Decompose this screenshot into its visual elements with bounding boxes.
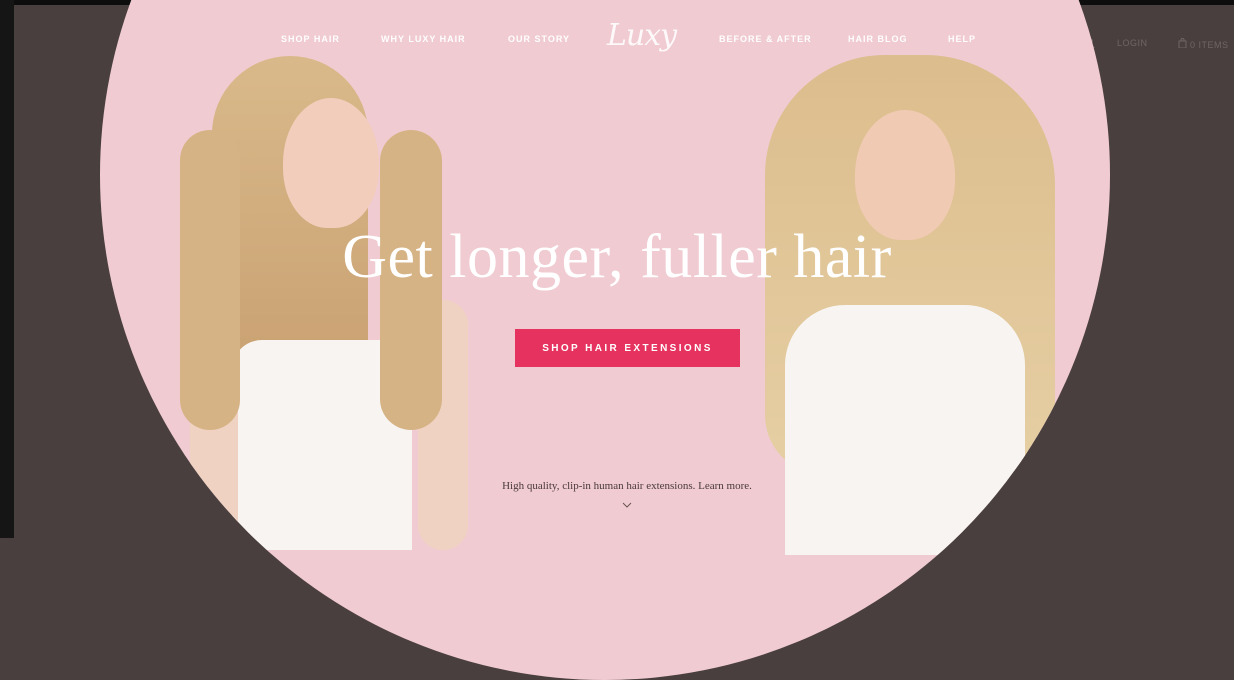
left-frame-edge <box>0 0 14 538</box>
hero-headline: Get longer, fuller hair <box>342 223 892 291</box>
bag-icon <box>1178 38 1190 50</box>
nav-why-luxy-hair[interactable]: WHY LUXY HAIR <box>381 34 466 44</box>
shop-hair-extensions-button[interactable]: SHOP HAIR EXTENSIONS <box>515 329 740 367</box>
hero-tagline[interactable]: High quality, clip-in human hair extensi… <box>100 480 1110 492</box>
login-link[interactable]: LOGIN <box>1117 38 1148 48</box>
chevron-down-icon[interactable] <box>622 496 632 508</box>
nav-our-story[interactable]: OUR STORY <box>508 34 570 44</box>
nav-hair-blog[interactable]: HAIR BLOG <box>848 34 908 44</box>
nav-shop-hair[interactable]: SHOP HAIR <box>281 34 340 44</box>
main-nav: SHOP HAIR WHY LUXY HAIR OUR STORY BEFORE… <box>100 34 1110 50</box>
nav-before-after[interactable]: BEFORE & AFTER <box>719 34 812 44</box>
nav-help[interactable]: HELP <box>948 34 976 44</box>
hero-circle: SHOP HAIR WHY LUXY HAIR OUR STORY BEFORE… <box>100 0 1110 680</box>
cart-link[interactable]: 0 ITEMS <box>1178 38 1229 50</box>
left-model-image <box>180 50 500 550</box>
luxy-logo[interactable]: Luxy <box>607 18 677 53</box>
cart-count: 0 ITEMS <box>1190 40 1229 50</box>
